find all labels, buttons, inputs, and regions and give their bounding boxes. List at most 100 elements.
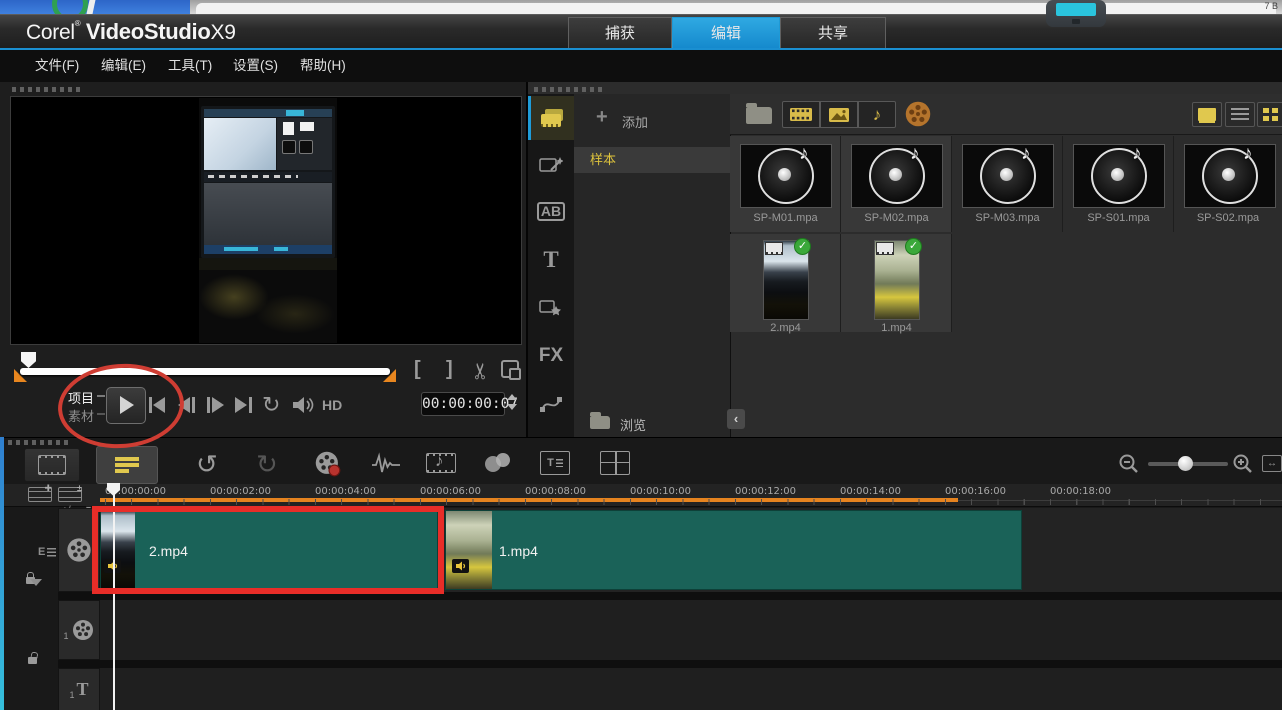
timecode-display[interactable]: 00:00:00:07: [421, 392, 518, 416]
ripple-edit-letter: E: [38, 546, 46, 558]
motion-path-item[interactable]: [528, 382, 574, 426]
subtitle-letter: T: [547, 457, 554, 469]
timeline-grip[interactable]: [8, 440, 68, 445]
split-clip-button[interactable]: ✂: [468, 362, 494, 380]
timeline-ruler[interactable]: ✚ ± 00:00:00:00 00:00:02:00 00:00:04:00 …: [0, 483, 1282, 507]
seek-bar[interactable]: [20, 368, 390, 375]
library-item-audio[interactable]: ♪ SP-S01.mpa: [1063, 136, 1174, 232]
zoom-out-icon[interactable]: [1118, 453, 1140, 475]
library-item-video[interactable]: ✓ 2.mp4: [730, 234, 841, 334]
video-track-icon: [67, 538, 91, 562]
view-thumbnail-button[interactable]: [1192, 102, 1222, 127]
overlay-track-row[interactable]: [100, 600, 1282, 660]
graphic-item[interactable]: [528, 286, 574, 330]
library-toolbar: ♪: [730, 94, 1282, 135]
title-track-row[interactable]: [100, 668, 1282, 710]
menu-tools[interactable]: 工具(T): [168, 50, 212, 82]
tab-capture[interactable]: 捕获: [568, 17, 672, 49]
motion-tracking-icon[interactable]: [482, 451, 514, 475]
timeline-zoom-thumb[interactable]: [1178, 456, 1193, 471]
auto-music-icon[interactable]: ♪: [426, 450, 458, 476]
filter-video-button[interactable]: [782, 101, 820, 128]
view-list-button[interactable]: [1225, 102, 1255, 127]
go-end-icon[interactable]: [233, 396, 255, 414]
filter-item[interactable]: FX: [528, 334, 574, 378]
timecode-up-icon[interactable]: [507, 394, 517, 400]
record-capture-icon[interactable]: [314, 450, 342, 478]
library-item-audio[interactable]: ♪ SP-M01.mpa: [730, 136, 841, 232]
annotation-rectangle: [92, 506, 444, 594]
movie-templates-icon[interactable]: [904, 100, 932, 128]
gutter-chevron-icon[interactable]: [30, 579, 42, 586]
view-grid-button[interactable]: [1257, 102, 1282, 127]
track-manager-icon[interactable]: ✚: [28, 483, 52, 502]
overlay-ripple-lock-icon[interactable]: [28, 657, 37, 664]
enlarge-preview-button[interactable]: [501, 360, 521, 380]
menu-settings[interactable]: 设置(S): [233, 50, 278, 82]
grid-view-icon: [1263, 108, 1278, 121]
overlay-track-header[interactable]: 1: [58, 600, 100, 660]
title-track-number: 1: [69, 689, 75, 700]
fit-timeline-icon[interactable]: ↔: [1262, 455, 1282, 472]
audio-filter-icon: ♪: [872, 104, 882, 124]
video-monitor-lower: [204, 183, 332, 245]
title-item[interactable]: T: [528, 238, 574, 282]
library-item-video[interactable]: ✓ 1.mp4: [841, 234, 952, 334]
menu-help[interactable]: 帮助(H): [300, 50, 346, 82]
volume-icon[interactable]: [291, 395, 315, 415]
phone-screen: [1056, 3, 1096, 16]
music-note-icon: ♪: [1243, 143, 1253, 164]
clip-label: 1.mp4: [499, 543, 538, 559]
library-grip[interactable]: [534, 87, 602, 92]
menu-file[interactable]: 文件(F): [35, 50, 79, 82]
audio-item-label: SP-M02.mpa: [864, 212, 929, 224]
video-monitor: [201, 106, 335, 258]
seek-thumb[interactable]: [21, 352, 36, 368]
ripple-list-icon[interactable]: [47, 548, 56, 557]
add-folder-button[interactable]: 添加: [622, 112, 648, 131]
instant-project-item[interactable]: [528, 143, 574, 187]
hd-toggle[interactable]: HD: [322, 397, 342, 413]
video-desk-blob2: [255, 294, 335, 334]
library-item-audio[interactable]: ♪ SP-S02.mpa: [1174, 136, 1282, 232]
menu-edit[interactable]: 编辑(E): [101, 50, 146, 82]
tab-share[interactable]: 共享: [780, 17, 886, 49]
video-monitor-toolbar: [204, 172, 332, 182]
transition-icon: AB: [536, 201, 566, 221]
tab-edit[interactable]: 编辑: [672, 17, 780, 49]
import-folder-icon[interactable]: [746, 103, 772, 124]
repeat-icon[interactable]: ↻: [262, 394, 280, 416]
ruler-label: 00:00:02:00: [210, 486, 272, 497]
next-frame-icon[interactable]: [204, 396, 226, 414]
library-item-audio[interactable]: ♪ SP-M03.mpa: [952, 136, 1063, 232]
music-note-icon: ♪: [1132, 143, 1142, 164]
category-sample[interactable]: 样本: [574, 147, 730, 173]
ruler-label: 00:00:08:00: [525, 486, 587, 497]
timeline-clip-1mp4[interactable]: 1.mp4: [445, 510, 1022, 590]
timecode-down-icon[interactable]: [507, 404, 517, 410]
panel-grip[interactable]: [12, 87, 80, 92]
redo-button[interactable]: ↻: [256, 451, 278, 477]
mark-out-button[interactable]: ]: [446, 358, 453, 381]
storyboard-view-button[interactable]: [24, 448, 80, 482]
track-swap-icon[interactable]: ±: [58, 483, 82, 502]
undo-button[interactable]: ↺: [196, 451, 218, 477]
browse-button[interactable]: 浏览: [620, 415, 646, 434]
subtitle-editor-icon[interactable]: T: [540, 451, 570, 475]
sound-mixer-icon[interactable]: [370, 452, 402, 476]
audio-item-label: SP-S01.mpa: [1087, 212, 1150, 224]
multiview-icon[interactable]: [600, 451, 630, 475]
library-item-audio[interactable]: ♪ SP-M02.mpa: [841, 136, 952, 232]
filter-audio-button[interactable]: ♪: [858, 101, 896, 128]
mark-in-button[interactable]: [: [414, 358, 421, 381]
timeline-view-button[interactable]: [96, 446, 158, 484]
tab-share-label: 共享: [817, 25, 848, 42]
transition-item[interactable]: AB: [528, 189, 574, 233]
menu-bar: 文件(F) 编辑(E) 工具(T) 设置(S) 帮助(H): [0, 50, 1282, 83]
title-track-header[interactable]: 1 T: [58, 668, 100, 710]
collapse-library-button[interactable]: ‹: [727, 409, 745, 429]
zoom-in-icon[interactable]: [1232, 453, 1254, 475]
media-library-item[interactable]: [528, 96, 574, 140]
ruler-label: 00:00:12:00: [735, 486, 797, 497]
filter-photo-button[interactable]: [820, 101, 858, 128]
